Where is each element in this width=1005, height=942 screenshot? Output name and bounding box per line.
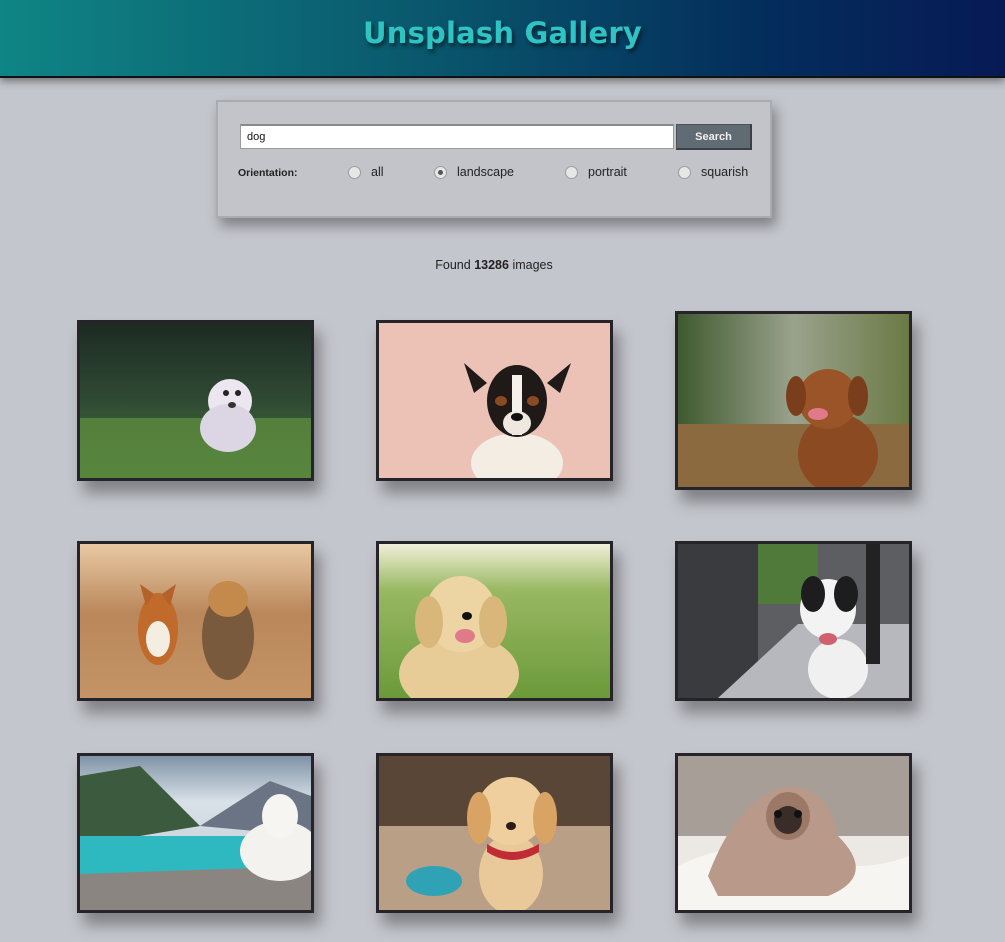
orientation-option-label: portrait <box>588 165 627 179</box>
orientation-label: Orientation: <box>238 167 298 179</box>
search-input[interactable] <box>240 124 674 149</box>
orientation-option-label: landscape <box>457 165 514 179</box>
radio-portrait[interactable] <box>565 165 578 179</box>
gallery-image-5[interactable] <box>376 541 613 701</box>
orientation-option-all[interactable]: all <box>348 165 384 179</box>
orientation-option-squarish[interactable]: squarish <box>678 165 748 179</box>
orientation-option-landscape[interactable]: landscape <box>434 165 514 179</box>
gallery-image-3[interactable] <box>675 311 912 490</box>
gallery-image-9[interactable] <box>675 753 912 913</box>
radio-squarish[interactable] <box>678 165 691 179</box>
orientation-option-portrait[interactable]: portrait <box>565 165 627 179</box>
app-header: Unsplash Gallery <box>0 0 1005 78</box>
results-number: 13286 <box>474 258 509 272</box>
gallery-image-6[interactable] <box>675 541 912 701</box>
gallery-image-7[interactable] <box>77 753 314 913</box>
app-title: Unsplash Gallery <box>362 16 643 50</box>
radio-landscape[interactable] <box>434 165 447 179</box>
search-panel: Search Orientation: all landscape portra… <box>216 100 772 218</box>
radio-all[interactable] <box>348 165 361 179</box>
gallery-image-8[interactable] <box>376 753 613 913</box>
gallery-image-2[interactable] <box>376 320 613 481</box>
gallery-image-1[interactable] <box>77 320 314 481</box>
gallery-image-4[interactable] <box>77 541 314 701</box>
orientation-filter: Orientation: all landscape portrait squa… <box>238 165 758 183</box>
search-button[interactable]: Search <box>676 124 752 150</box>
orientation-option-label: all <box>371 165 384 179</box>
orientation-option-label: squarish <box>701 165 749 179</box>
results-count: Found 13286 images <box>435 258 553 272</box>
